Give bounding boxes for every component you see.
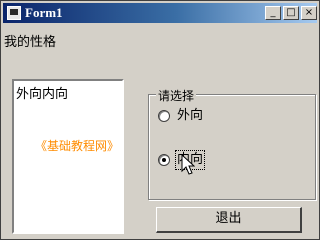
window-title: Form1 [25, 5, 63, 20]
minimize-button[interactable]: _ [265, 6, 281, 20]
personality-label: 我的性格 [4, 35, 57, 50]
groupbox-legend: 请选择 [156, 87, 197, 104]
maximize-button[interactable]: □ [283, 6, 299, 20]
watermark-text: 《基础教程网》 [35, 139, 120, 153]
form1-window: Form1 _ □ × 我的性格 外向内向 请选择 外向 内向 退出 《基础教程… [0, 0, 320, 240]
close-button[interactable]: × [301, 6, 317, 20]
result-listbox[interactable]: 外向内向 [12, 79, 124, 234]
mouse-pointer-icon [181, 154, 195, 175]
title-bar[interactable]: Form1 _ □ × [3, 3, 317, 23]
radio-extrovert[interactable]: 外向 [158, 107, 308, 125]
choice-groupbox: 请选择 外向 内向 [148, 87, 316, 200]
radio-circle-extrovert[interactable] [158, 110, 170, 122]
radio-label-extrovert[interactable]: 外向 [176, 107, 204, 125]
list-item[interactable]: 外向内向 [16, 83, 68, 102]
app-icon[interactable] [7, 6, 21, 20]
exit-button[interactable]: 退出 [156, 207, 302, 233]
radio-circle-introvert[interactable] [158, 154, 170, 166]
